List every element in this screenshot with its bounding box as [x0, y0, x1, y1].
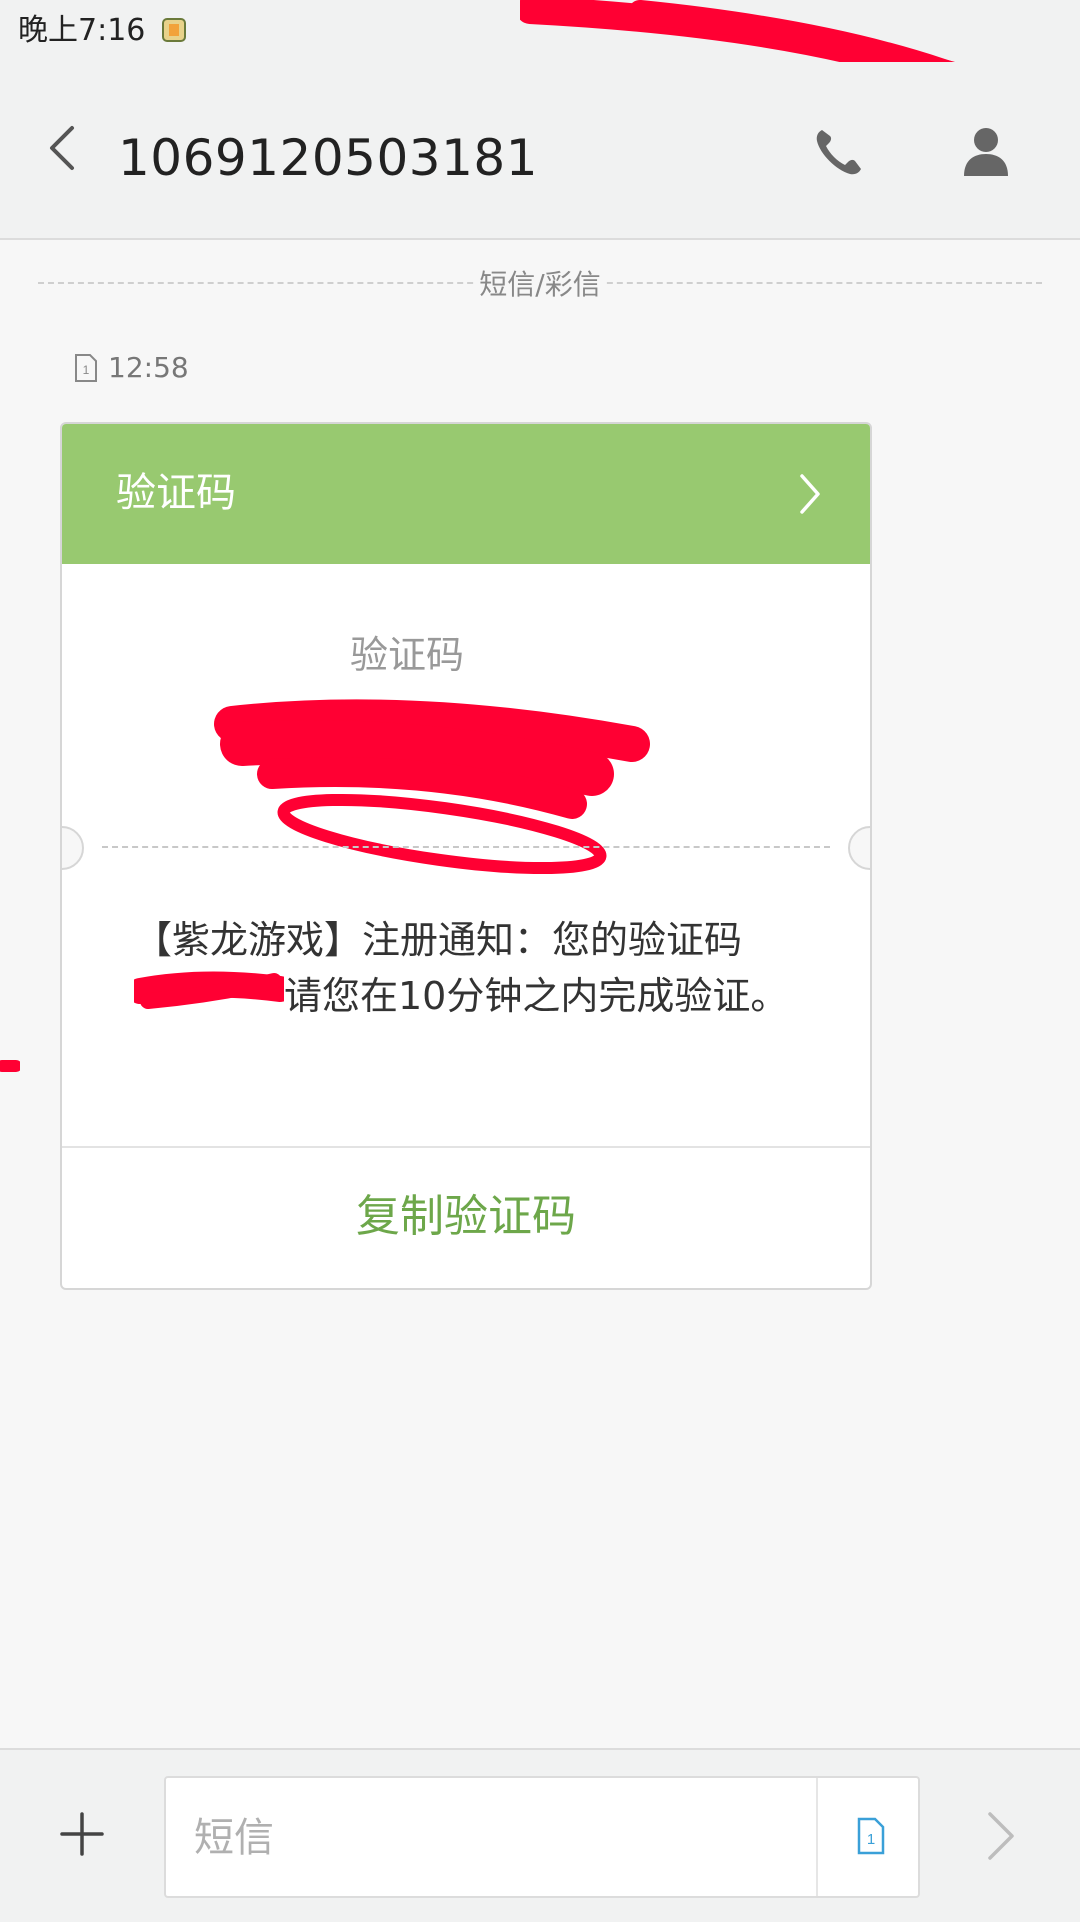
app-notification-icon [162, 18, 186, 42]
person-icon[interactable] [954, 120, 1018, 184]
message-type-divider: 短信/彩信 [38, 268, 1042, 308]
status-time: 晚上7:16 [18, 13, 146, 48]
svg-text:1: 1 [867, 1831, 875, 1848]
chevron-right-icon [800, 474, 820, 514]
ticket-notch-right [848, 826, 870, 870]
sender-number: 1069120503181 [118, 129, 539, 187]
copy-code-button[interactable]: 复制验证码 [62, 1148, 870, 1286]
message-body-part1: 【紫龙游戏】注册通知：您的验证码 [134, 918, 743, 962]
message-time: 12:58 [108, 351, 189, 384]
divider-label: 短信/彩信 [475, 268, 605, 302]
compose-bar: 1 [0, 1748, 1080, 1922]
svg-text:1: 1 [83, 363, 90, 377]
ticket-notch-left [62, 826, 84, 870]
compose-field-divider [816, 1778, 818, 1896]
code-label: 验证码 [349, 633, 464, 677]
ticket-perforation [102, 846, 830, 848]
plus-icon[interactable] [58, 1810, 106, 1858]
verification-code-card: 验证码 验证码 【紫龙游戏】注册通知：您的验证码请您在10分钟之内完成验证。 复… [60, 422, 872, 1290]
phone-icon[interactable] [808, 120, 872, 184]
card-header[interactable]: 验证码 [62, 424, 870, 564]
message-timestamp-row: 1 12:58 [74, 348, 189, 388]
chevron-left-icon[interactable] [36, 112, 92, 184]
message-input[interactable] [192, 1778, 816, 1898]
redaction-scribble [214, 699, 650, 875]
conversation-header: 1069120503181 [0, 62, 1080, 240]
redaction-scribble [134, 971, 284, 1009]
status-bar: 晚上7:16 [0, 0, 1080, 143]
send-icon[interactable] [984, 1808, 1018, 1864]
message-body: 【紫龙游戏】注册通知：您的验证码请您在10分钟之内完成验证。 [134, 912, 814, 1024]
message-body-part2: 请您在10分钟之内完成验证。 [284, 974, 789, 1018]
card-header-title: 验证码 [116, 470, 236, 516]
sim-1-icon: 1 [75, 354, 97, 382]
sim-1-icon[interactable]: 1 [856, 1816, 886, 1856]
compose-field: 1 [164, 1776, 920, 1898]
redaction-mark [0, 1060, 20, 1072]
